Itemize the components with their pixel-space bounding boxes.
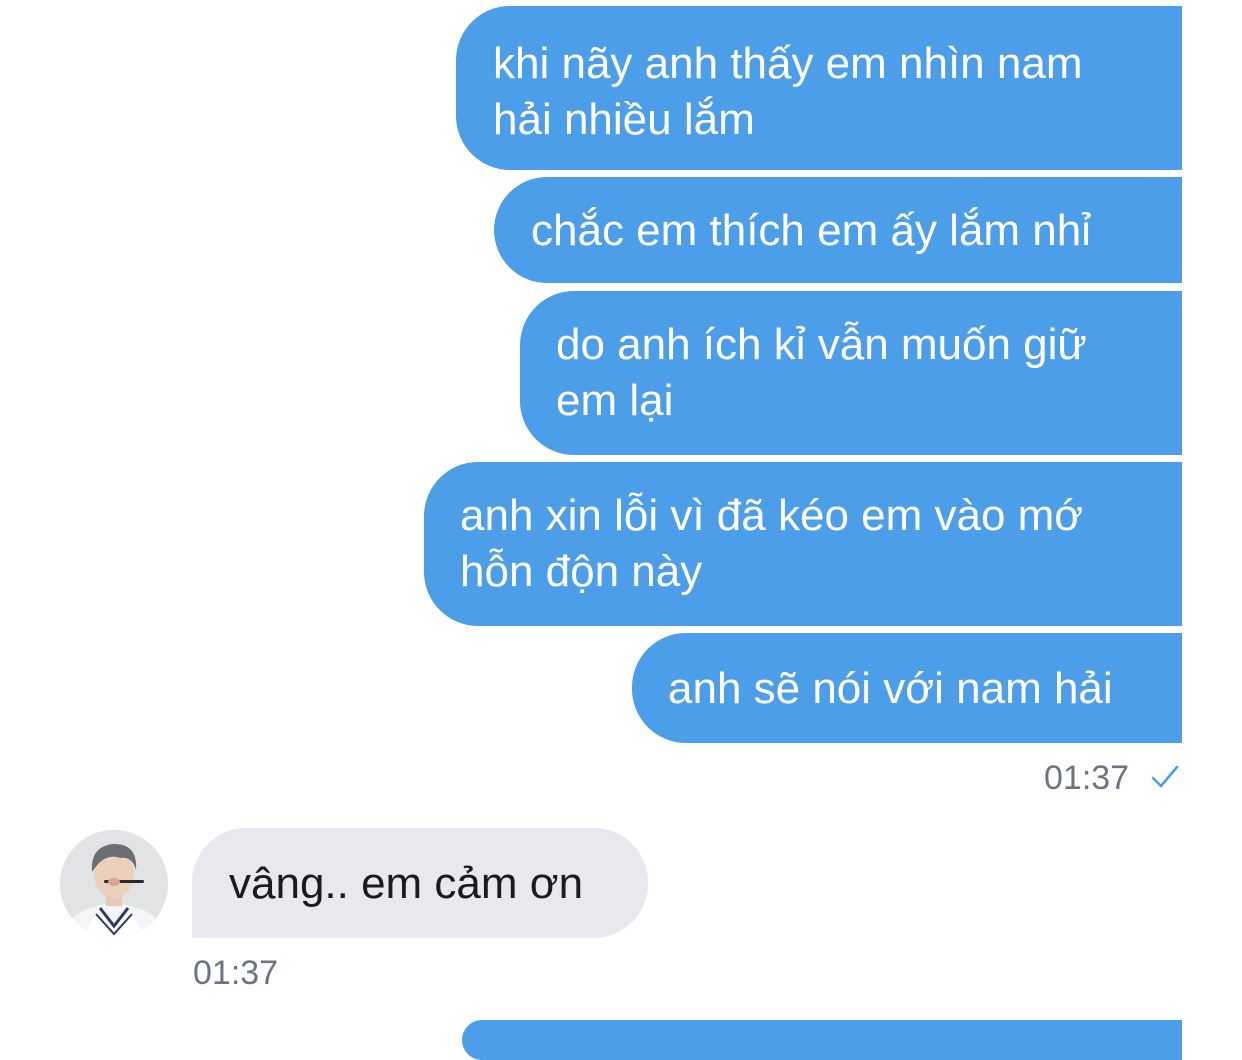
message-timestamp: 01:37 xyxy=(1044,759,1130,797)
avatar[interactable] xyxy=(60,830,168,938)
outgoing-message-bubble[interactable]: anh sẽ nói với nam hải xyxy=(632,633,1182,743)
checkmark-icon xyxy=(1151,765,1179,788)
chat-thread[interactable]: khi nãy anh thấy em nhìn nam hải nhiều l… xyxy=(0,0,1242,1060)
outgoing-message-bubble-partial[interactable] xyxy=(462,1020,1182,1060)
outgoing-message-bubble[interactable]: chắc em thích em ấy lắm nhỉ xyxy=(494,177,1182,283)
message-timestamp: 01:37 xyxy=(193,954,279,992)
outgoing-message-bubble[interactable]: anh xin lỗi vì đã kéo em vào mớ hỗn độn … xyxy=(424,462,1182,626)
outgoing-message-bubble[interactable]: do anh ích kỉ vẫn muốn giữ em lại xyxy=(520,291,1182,455)
avatar-image xyxy=(60,830,168,938)
outgoing-message-bubble[interactable]: khi nãy anh thấy em nhìn nam hải nhiều l… xyxy=(456,6,1182,170)
incoming-message-bubble[interactable]: vâng.. em cảm ơn xyxy=(192,828,648,938)
